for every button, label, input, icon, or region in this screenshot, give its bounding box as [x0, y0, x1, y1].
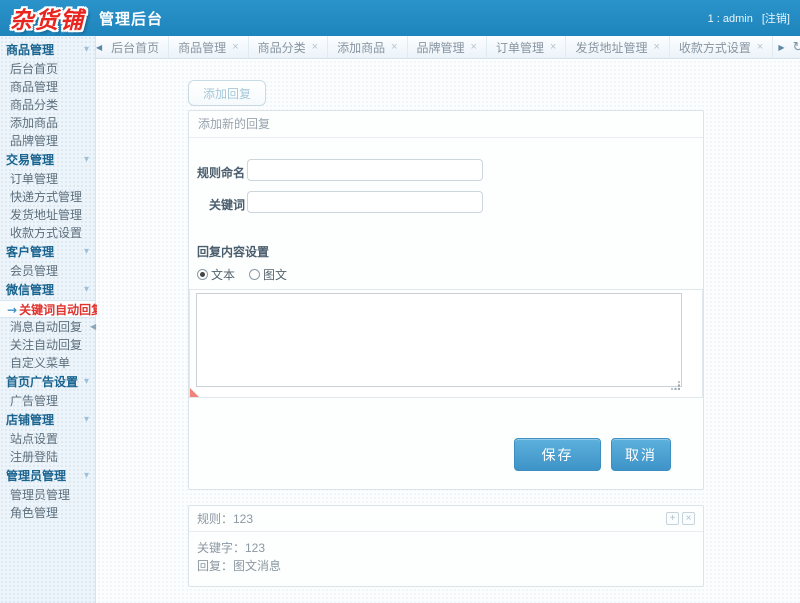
tab-brand-manage[interactable]: 品牌管理×	[408, 36, 487, 58]
refresh-icon[interactable]: ↻	[793, 40, 800, 55]
sidebar-item-ad-manage[interactable]: 广告管理	[0, 392, 95, 410]
sidebar-section-trade[interactable]: 交易管理▾	[0, 150, 95, 170]
sidebar-item-home[interactable]: 后台首页	[0, 60, 95, 78]
rule-card-header: 规则：123 + ×	[189, 506, 703, 532]
rule-title: 规则：123	[197, 506, 663, 532]
tab-payment-settings[interactable]: 收款方式设置×	[670, 36, 773, 58]
sidebar-section-wechat[interactable]: 微信管理▾	[0, 280, 95, 300]
sidebar-item-admin-manage[interactable]: 管理员管理	[0, 486, 95, 504]
arrow-right-icon: →	[7, 303, 17, 317]
tab-goods-category[interactable]: 商品分类×	[249, 36, 328, 58]
radio-text-option[interactable]: 文本	[197, 266, 235, 283]
tab-controls: ▶ ↻ 更新缓存	[777, 36, 800, 58]
reply-type-radio-group: 文本 图文	[197, 266, 301, 283]
sidebar-item-express-manage[interactable]: 快递方式管理	[0, 188, 95, 206]
sidebar-item-register-login[interactable]: 注册登陆	[0, 448, 95, 466]
close-icon[interactable]: ×	[471, 42, 477, 53]
close-icon[interactable]: ×	[653, 42, 659, 53]
delete-icon[interactable]: ×	[682, 512, 695, 525]
close-icon[interactable]: ×	[312, 42, 318, 53]
sidebar-item-add-goods[interactable]: 添加商品	[0, 114, 95, 132]
user-label: 1 : admin	[708, 13, 753, 25]
sidebar-collapse-icon[interactable]: ◀	[90, 322, 96, 331]
chevron-down-icon: ▾	[84, 280, 89, 300]
admin-page: 杂货铺 管理后台 1 : admin [注销] ◀ 后台首页 商品管理× 商品分…	[0, 0, 800, 603]
header: 杂货铺 管理后台 1 : admin [注销]	[0, 0, 800, 36]
radio-news-option[interactable]: 图文	[249, 266, 287, 283]
sidebar-item-message-auto-reply[interactable]: 消息自动回复	[0, 318, 95, 336]
sidebar-item-keyword-auto-reply[interactable]: →关键词自动回复	[0, 300, 95, 318]
add-reply-form-panel: 添加新的回复 规则命名 关键词 回复内容设置 文本 图文 保存 取消	[188, 110, 704, 490]
sidebar-section-shop[interactable]: 店铺管理▾	[0, 410, 95, 430]
keyword-input[interactable]	[247, 191, 483, 213]
sidebar-item-goods-category[interactable]: 商品分类	[0, 96, 95, 114]
chevron-down-icon: ▾	[84, 40, 89, 60]
required-marker-icon	[190, 388, 199, 397]
sidebar-item-goods-manage[interactable]: 商品管理	[0, 78, 95, 96]
page-title: 管理后台	[99, 8, 163, 29]
tab-scroll-right-icon[interactable]: ▶	[777, 43, 785, 52]
tab-order-manage[interactable]: 订单管理×	[487, 36, 566, 58]
rule-keyword-line: 关键字：123	[197, 539, 695, 557]
reply-content-wrapper	[189, 289, 703, 398]
brand-logo: 杂货铺	[10, 1, 85, 35]
sidebar-item-custom-menu[interactable]: 自定义菜单	[0, 354, 95, 372]
add-reply-button[interactable]: 添加回复	[188, 80, 266, 106]
sidebar-section-admin[interactable]: 管理员管理▾	[0, 466, 95, 486]
rule-card: 规则：123 + × 关键字：123 回复：图文消息	[188, 505, 704, 587]
tab-goods-manage[interactable]: 商品管理×	[169, 36, 248, 58]
rule-card-body: 关键字：123 回复：图文消息	[189, 532, 703, 575]
sidebar-item-member-manage[interactable]: 会员管理	[0, 262, 95, 280]
user-area: 1 : admin [注销]	[708, 10, 790, 26]
cancel-button[interactable]: 取消	[611, 438, 671, 471]
tab-add-goods[interactable]: 添加商品×	[328, 36, 407, 58]
sidebar-item-ship-address[interactable]: 发货地址管理	[0, 206, 95, 224]
chevron-down-icon: ▾	[84, 242, 89, 262]
save-button[interactable]: 保存	[514, 438, 601, 471]
chevron-down-icon: ▾	[84, 372, 89, 392]
sidebar-item-brand-manage[interactable]: 品牌管理	[0, 132, 95, 150]
sidebar-section-home-ads[interactable]: 首页广告设置▾	[0, 372, 95, 392]
logout-link[interactable]: [注销]	[762, 13, 790, 25]
tabbar: ◀ 后台首页 商品管理× 商品分类× 添加商品× 品牌管理× 订单管理× 发货地…	[96, 36, 800, 59]
sidebar-section-customer[interactable]: 客户管理▾	[0, 242, 95, 262]
sidebar-section-goods[interactable]: 商品管理▾	[0, 40, 95, 60]
tab-ship-address[interactable]: 发货地址管理×	[566, 36, 669, 58]
sidebar: 商品管理▾ 后台首页 商品管理 商品分类 添加商品 品牌管理 交易管理▾ 订单管…	[0, 36, 96, 603]
close-icon[interactable]: ×	[757, 42, 763, 53]
chevron-down-icon: ▾	[84, 150, 89, 170]
rule-reply-line: 回复：图文消息	[197, 557, 695, 575]
chevron-down-icon: ▾	[84, 410, 89, 430]
radio-circle-icon	[197, 269, 208, 280]
rule-name-input[interactable]	[247, 159, 483, 181]
sidebar-item-order-manage[interactable]: 订单管理	[0, 170, 95, 188]
rule-name-label: 规则命名	[197, 164, 245, 181]
close-icon[interactable]: ×	[550, 42, 556, 53]
form-panel-title: 添加新的回复	[189, 111, 703, 138]
sidebar-item-site-settings[interactable]: 站点设置	[0, 430, 95, 448]
reply-content-section-label: 回复内容设置	[197, 243, 269, 260]
tab-home[interactable]: 后台首页	[102, 36, 169, 58]
chevron-down-icon: ▾	[84, 466, 89, 486]
close-icon[interactable]: ×	[391, 42, 397, 53]
toggle-icon[interactable]: +	[666, 512, 679, 525]
resize-grip-icon[interactable]	[671, 381, 680, 390]
sidebar-item-follow-auto-reply[interactable]: 关注自动回复	[0, 336, 95, 354]
keyword-label: 关键词	[197, 196, 245, 213]
reply-content-textarea[interactable]	[196, 293, 682, 387]
radio-circle-icon	[249, 269, 260, 280]
sidebar-item-role-manage[interactable]: 角色管理	[0, 504, 95, 522]
close-icon[interactable]: ×	[232, 42, 238, 53]
sidebar-item-payment-settings[interactable]: 收款方式设置	[0, 224, 95, 242]
